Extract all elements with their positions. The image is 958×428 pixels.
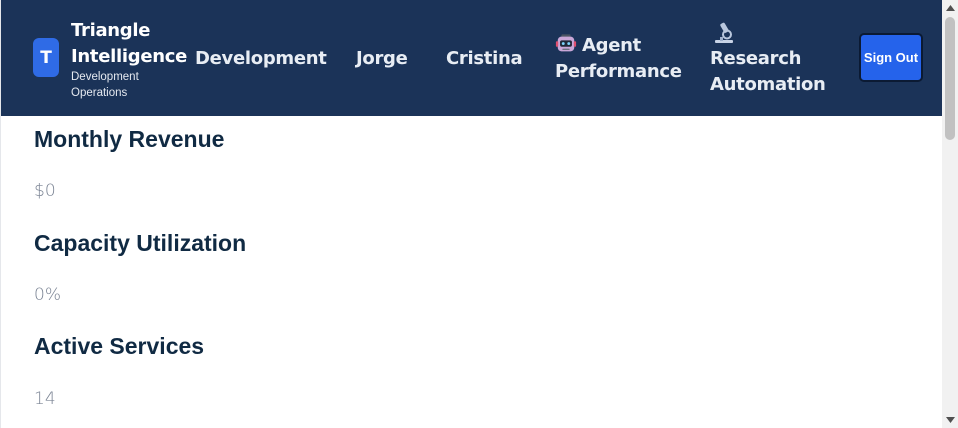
monthly-revenue-value: $0 (34, 181, 56, 201)
active-services-title: Active Services (34, 333, 205, 359)
nav-link-cristina[interactable]: Cristina (446, 46, 523, 72)
robot-icon (555, 34, 577, 52)
scrollbar-thumb[interactable] (945, 17, 955, 140)
microscope-icon (712, 22, 736, 44)
scroll-down-arrow-icon[interactable] (942, 412, 958, 428)
active-services-value: 14 (34, 389, 56, 409)
page-viewport: T Triangle Intelligence Development Oper… (0, 0, 942, 428)
brand-logo[interactable]: T (33, 38, 59, 77)
brand-name[interactable]: Triangle Intelligence (71, 18, 187, 70)
scroll-up-arrow-icon[interactable] (942, 0, 958, 16)
capacity-utilization-title: Capacity Utilization (34, 230, 247, 256)
sign-out-button[interactable]: Sign Out (859, 33, 923, 82)
monthly-revenue-title: Monthly Revenue (34, 126, 225, 152)
brand-subtitle: Development Operations (71, 71, 139, 99)
nav-link-research-automation[interactable]: Research Automation (710, 46, 830, 98)
nav-link-development[interactable]: Development (195, 46, 327, 72)
top-navbar: T Triangle Intelligence Development Oper… (1, 0, 942, 116)
capacity-utilization-value: 0% (34, 285, 61, 305)
vertical-scrollbar[interactable] (942, 0, 958, 428)
nav-link-jorge[interactable]: Jorge (356, 46, 408, 72)
nav-link-agent-performance[interactable]: Agent Performance (555, 33, 685, 85)
